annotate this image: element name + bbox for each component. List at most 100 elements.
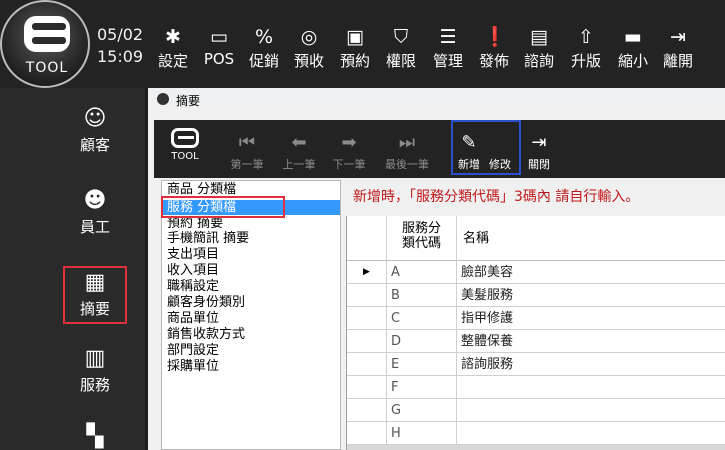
app-logo: TOOL: [0, 0, 90, 88]
database-icon: ☰: [439, 26, 457, 48]
nav-label: 離開: [662, 52, 693, 70]
alert-bubble-icon: ❗: [483, 26, 507, 48]
name-cell[interactable]: 諮詢服務: [457, 353, 725, 376]
discount-icon: %: [254, 26, 274, 48]
side-item-customer[interactable]: ☺ 顧客: [62, 106, 128, 155]
coins-icon: ◎: [300, 26, 318, 48]
button-label: 關閉: [528, 158, 550, 171]
upgrade-icon: ⇧: [578, 26, 594, 48]
row-header[interactable]: [347, 353, 387, 376]
nav-minimize[interactable]: ▬ 縮小: [613, 26, 653, 71]
nav-consult[interactable]: ▤ 諮詢: [519, 26, 559, 71]
prev-icon: ⬅: [291, 132, 307, 153]
exit-icon: ⇥: [670, 26, 686, 48]
side-item-service[interactable]: ▥ 服務: [62, 346, 128, 395]
name-cell[interactable]: 整體保養: [457, 330, 725, 353]
row-header[interactable]: [347, 307, 387, 330]
list-item[interactable]: 手機簡訊 摘要: [167, 231, 249, 246]
toolbar-logo: TOOL: [162, 128, 208, 172]
nav-label: 預收: [293, 52, 324, 70]
minimize-icon: ▬: [624, 26, 642, 48]
briefcase-icon: ▥: [84, 346, 106, 371]
nav-settings[interactable]: ✱ 設定: [153, 26, 193, 71]
input-hint: 新增時，「服務分類代碼」3碼內 請自行輸入。: [353, 189, 640, 205]
next-icon: ➡: [341, 132, 357, 153]
shield-icon: ⛉: [393, 26, 409, 48]
app-small-icon: [157, 93, 169, 105]
close-button[interactable]: ⇥ 關閉: [524, 134, 554, 172]
staff-icon: ☻: [83, 188, 107, 213]
code-cell[interactable]: E: [387, 353, 457, 376]
summary-window: 摘要 TOOL ⏮ 第一筆 ⬅ 上一筆 ➡ 下一筆 ⏭ 最後一筆 ✎ 新增 修改: [148, 88, 725, 450]
list-item[interactable]: 預約 摘要: [167, 216, 223, 231]
selection-highlight-box: [161, 196, 285, 218]
list-item[interactable]: 採購單位: [167, 359, 219, 374]
nav-label: 設定: [157, 52, 188, 70]
nav-label: 促銷: [248, 52, 279, 70]
name-cell[interactable]: 臉部美容: [457, 261, 725, 284]
nav-label: 縮小: [617, 52, 648, 70]
row-header[interactable]: [347, 330, 387, 353]
nav-label: 管理: [432, 52, 463, 70]
nav-label: 諮詢: [523, 52, 554, 70]
logo-mark: [171, 128, 199, 148]
first-record-button[interactable]: ⏮ 第一筆: [227, 134, 267, 172]
nav-exit[interactable]: ⇥ 離開: [658, 26, 698, 71]
next-record-button[interactable]: ➡ 下一筆: [328, 134, 370, 172]
nav-pos[interactable]: ▭ POS: [199, 26, 239, 68]
nav-booking[interactable]: ▣ 預約: [335, 26, 375, 71]
name-cell[interactable]: 美髮服務: [457, 284, 725, 307]
list-item[interactable]: 銷售收款方式: [167, 327, 245, 342]
date-time: 05/02 15:09: [97, 24, 143, 68]
row-header[interactable]: [347, 422, 387, 445]
column-header-line: 類代碼: [401, 236, 441, 251]
list-item[interactable]: 支出項目: [167, 247, 219, 262]
row-header[interactable]: [347, 284, 387, 307]
code-cell[interactable]: B: [387, 284, 457, 307]
current-row-marker[interactable]: ▶: [347, 261, 387, 284]
name-cell[interactable]: 指甲修護: [457, 307, 725, 330]
window-title-bar: 摘要: [148, 88, 725, 110]
window-title: 摘要: [176, 94, 201, 108]
nav-promotion[interactable]: % 促銷: [244, 26, 284, 71]
name-cell[interactable]: [457, 376, 725, 399]
button-label: 第一筆: [230, 158, 264, 171]
add-edit-highlight-box: [451, 120, 521, 175]
nav-prepaid[interactable]: ◎ 預收: [289, 26, 329, 71]
last-icon: ⏭: [398, 132, 416, 153]
row-header[interactable]: [347, 376, 387, 399]
list-item[interactable]: 商品 分類檔: [167, 182, 236, 197]
code-cell[interactable]: A: [387, 261, 457, 284]
code-cell[interactable]: G: [387, 399, 457, 422]
top-bar: TOOL 05/02 15:09 ✱ 設定 ▭ POS % 促銷 ◎ 預收 ▣ …: [0, 0, 725, 88]
side-menu: ☺ 顧客 ☻ 員工 ▦ 摘要 ▥ 服務 ▚: [0, 88, 145, 450]
code-cell[interactable]: H: [387, 422, 457, 445]
column-header-name[interactable]: 名稱: [457, 216, 725, 261]
list-item[interactable]: 部門設定: [167, 343, 219, 358]
nav-publish[interactable]: ❗ 發佈: [474, 26, 514, 71]
nav-label: 預約: [339, 52, 370, 70]
last-record-button[interactable]: ⏭ 最後一筆: [380, 134, 434, 172]
name-cell[interactable]: [457, 422, 725, 445]
prev-record-button[interactable]: ⬅ 上一筆: [278, 134, 320, 172]
column-header-code[interactable]: 服務分 類代碼: [387, 216, 457, 261]
logo-text: TOOL: [171, 151, 199, 162]
row-header[interactable]: [347, 399, 387, 422]
nav-label: 權限: [385, 52, 416, 70]
list-item[interactable]: 顧客身份類別: [167, 295, 245, 310]
list-item[interactable]: 職稱設定: [167, 279, 219, 294]
nav-manage[interactable]: ☰ 管理: [428, 26, 468, 71]
category-list[interactable]: 商品 分類檔 服務 分類檔 預約 摘要 手機簡訊 摘要 支出項目 收入項目 職稱…: [161, 180, 341, 450]
nav-label: 升版: [570, 52, 601, 70]
name-cell[interactable]: [457, 399, 725, 422]
code-cell[interactable]: F: [387, 376, 457, 399]
nav-upgrade[interactable]: ⇧ 升版: [566, 26, 606, 71]
side-item-staff[interactable]: ☻ 員工: [62, 188, 128, 237]
side-item-more[interactable]: ▚: [62, 424, 128, 450]
list-item[interactable]: 收入項目: [167, 263, 219, 278]
nav-permission[interactable]: ⛉ 權限: [381, 26, 421, 71]
code-cell[interactable]: D: [387, 330, 457, 353]
calendar-icon: ▣: [346, 26, 364, 48]
code-cell[interactable]: C: [387, 307, 457, 330]
list-item[interactable]: 商品單位: [167, 311, 219, 326]
